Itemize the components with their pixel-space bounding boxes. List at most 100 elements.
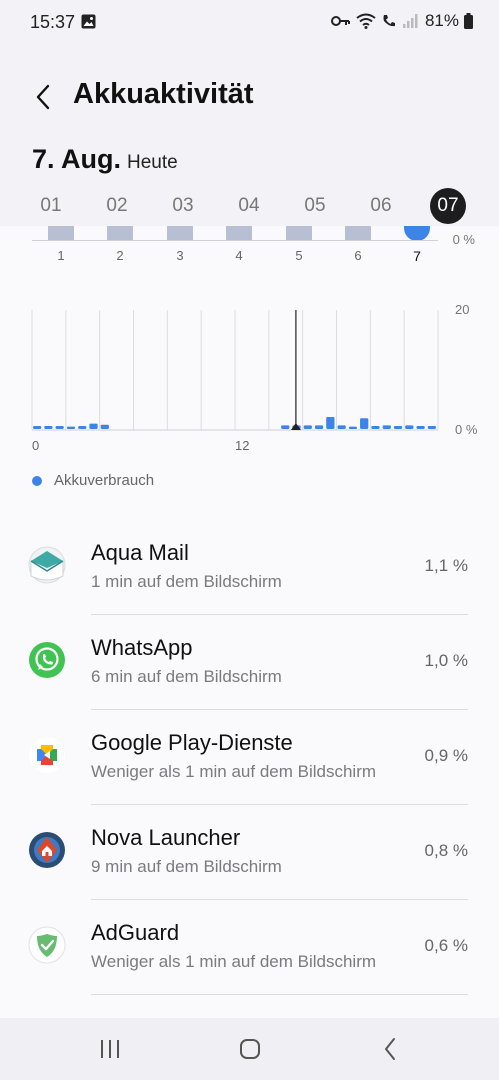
week-label-1: 1 bbox=[57, 248, 65, 263]
y-tick-bottom: 0 % bbox=[455, 422, 478, 437]
app-usage: 1 min auf dem Bildschirm bbox=[91, 572, 282, 591]
aqua-mail-icon bbox=[28, 546, 66, 584]
x-tick-0: 0 bbox=[32, 438, 39, 453]
app-percent: 1,1 % bbox=[424, 556, 468, 575]
chart-bar-25 bbox=[314, 425, 324, 429]
chart-bar-35 bbox=[427, 426, 436, 429]
chart-bar-29 bbox=[360, 418, 369, 429]
recents-button[interactable] bbox=[90, 1034, 130, 1064]
chart-grid bbox=[31, 310, 439, 430]
app-name: WhatsApp bbox=[91, 635, 193, 660]
google-play-services-icon bbox=[29, 737, 65, 773]
hourly-chart-svg: 0 12 20 0 % bbox=[31, 302, 478, 453]
app-usage-list: Aqua Mail 1 min auf dem Bildschirm 1,1 %… bbox=[0, 520, 499, 1018]
app-row-whatsapp[interactable]: WhatsApp 6 min auf dem Bildschirm 1,0 % bbox=[0, 615, 499, 710]
chart-bar-24 bbox=[303, 425, 312, 429]
chart-bar-6 bbox=[100, 424, 109, 429]
chart-bar-2 bbox=[55, 426, 64, 429]
status-icons: 81% bbox=[330, 11, 473, 31]
navigation-bar bbox=[0, 1018, 499, 1080]
app-usage: Weniger als 1 min auf dem Bildschirm bbox=[91, 952, 377, 971]
chart-bar-33 bbox=[405, 425, 414, 429]
week-label-7: 7 bbox=[413, 248, 421, 264]
day-item-07[interactable]: 07 bbox=[430, 188, 466, 224]
chart-bar-30 bbox=[371, 426, 380, 429]
week-bar-4[interactable] bbox=[226, 226, 252, 241]
week-label-5: 5 bbox=[295, 248, 303, 263]
legend-dot bbox=[32, 475, 42, 486]
week-label-3: 3 bbox=[176, 248, 184, 263]
wifi-call-icon bbox=[383, 15, 395, 27]
week-bar-6[interactable] bbox=[345, 226, 371, 241]
app-name: AdGuard bbox=[91, 920, 180, 945]
app-usage: Weniger als 1 min auf dem Bildschirm bbox=[91, 762, 377, 781]
week-bar-3[interactable] bbox=[167, 226, 193, 241]
chart-bar-0 bbox=[33, 426, 42, 429]
week-label-4: 4 bbox=[235, 248, 243, 263]
day-item-05[interactable]: 05 bbox=[297, 188, 333, 224]
chart-bar-28 bbox=[348, 426, 358, 429]
week-baseline bbox=[32, 240, 438, 241]
status-bar: 15:37 81% bbox=[0, 0, 499, 46]
recents-icon bbox=[101, 1040, 119, 1058]
image-icon bbox=[81, 14, 96, 29]
date-main: 7. Aug. bbox=[32, 144, 122, 174]
legend-label: Akkuverbrauch bbox=[54, 472, 155, 489]
back-button[interactable] bbox=[28, 80, 58, 114]
weekly-chart: 1 2 3 4 5 6 7 0 % bbox=[0, 226, 499, 270]
week-bar-1[interactable] bbox=[48, 226, 74, 241]
day-item-03[interactable]: 03 bbox=[165, 188, 201, 224]
battery-activity-screen: 15:37 81% Akkuaktivität 7. Aug. Heute 01… bbox=[0, 0, 499, 1080]
app-row-adguard[interactable]: AdGuard Weniger als 1 min auf dem Bildsc… bbox=[0, 900, 499, 995]
app-percent: 1,0 % bbox=[424, 651, 468, 670]
app-usage: 9 min auf dem Bildschirm bbox=[91, 857, 282, 876]
week-label-2: 2 bbox=[116, 248, 124, 263]
chart-bar-3 bbox=[66, 426, 76, 429]
app-name: Aqua Mail bbox=[91, 540, 189, 565]
app-percent: 0,6 % bbox=[424, 936, 468, 955]
week-bar-5[interactable] bbox=[286, 226, 312, 241]
app-name: Nova Launcher bbox=[91, 825, 241, 850]
adguard-icon bbox=[28, 926, 66, 964]
day-item-02[interactable]: 02 bbox=[99, 188, 135, 224]
app-name: Google Play-Dienste bbox=[91, 730, 293, 755]
date-heading: 7. Aug. Heute bbox=[32, 144, 178, 175]
week-label-6: 6 bbox=[354, 248, 362, 263]
chart-bar-27 bbox=[337, 425, 346, 429]
home-button[interactable] bbox=[230, 1034, 270, 1064]
day-item-04[interactable]: 04 bbox=[231, 188, 267, 224]
day-selector: 01 02 03 04 05 06 07 bbox=[0, 188, 499, 228]
day-item-06[interactable]: 06 bbox=[363, 188, 399, 224]
x-tick-12: 12 bbox=[235, 438, 249, 453]
chart-bar-32 bbox=[393, 426, 403, 429]
chart-bar-4 bbox=[78, 426, 87, 429]
app-row-google-play-services[interactable]: Google Play-Dienste Weniger als 1 min au… bbox=[0, 710, 499, 805]
back-nav-button[interactable] bbox=[370, 1034, 410, 1064]
chevron-left-icon bbox=[36, 84, 50, 110]
chart-legend: Akkuverbrauch bbox=[32, 472, 154, 489]
chart-bar-22 bbox=[281, 425, 290, 429]
back-icon bbox=[385, 1038, 395, 1060]
app-usage: 6 min auf dem Bildschirm bbox=[91, 667, 282, 686]
wifi-icon bbox=[356, 13, 376, 29]
battery-percent: 81% bbox=[424, 11, 459, 30]
whatsapp-icon bbox=[29, 642, 65, 678]
chart-bar-1 bbox=[44, 426, 53, 429]
battery-icon bbox=[464, 13, 473, 29]
y-tick-top: 20 bbox=[455, 302, 469, 317]
key-icon bbox=[330, 16, 350, 26]
page-title: Akkuaktivität bbox=[73, 78, 254, 110]
app-percent: 0,8 % bbox=[424, 841, 468, 860]
app-row-aqua-mail[interactable]: Aqua Mail 1 min auf dem Bildschirm 1,1 % bbox=[0, 520, 499, 615]
home-icon bbox=[240, 1039, 260, 1059]
chart-bar-26 bbox=[326, 417, 335, 429]
week-bar-7[interactable] bbox=[404, 226, 430, 241]
nova-launcher-icon bbox=[29, 832, 65, 868]
app-row-nova-launcher[interactable]: Nova Launcher 9 min auf dem Bildschirm 0… bbox=[0, 805, 499, 900]
app-percent: 0,9 % bbox=[424, 746, 468, 765]
divider bbox=[91, 994, 468, 995]
week-bar-2[interactable] bbox=[107, 226, 133, 241]
status-time: 15:37 bbox=[30, 12, 76, 32]
hourly-usage-chart: 0 12 20 0 % Akkuverbrauch bbox=[0, 270, 499, 520]
day-item-01[interactable]: 01 bbox=[33, 188, 69, 224]
